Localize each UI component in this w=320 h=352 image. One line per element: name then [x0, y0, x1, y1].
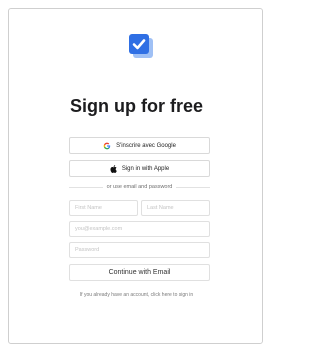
or-divider: or use email and password [69, 181, 211, 193]
divider-text: or use email and password [106, 184, 173, 190]
password-input[interactable] [69, 242, 210, 258]
google-signup-label: S'inscrire avec Google [116, 142, 176, 149]
continue-with-email-button[interactable]: Continue with Email [69, 264, 210, 281]
sign-in-link[interactable]: If you already have an account, click he… [0, 292, 273, 298]
first-name-input[interactable] [69, 200, 138, 216]
divider-line-right [176, 186, 211, 188]
apple-signin-button[interactable]: Sign in with Apple [69, 160, 210, 177]
page-title: Sign up for free [69, 96, 203, 116]
checkbox-check-icon [127, 32, 155, 60]
google-g-icon [103, 142, 111, 150]
google-signup-button[interactable]: S'inscrire avec Google [69, 137, 210, 154]
last-name-input[interactable] [141, 200, 210, 216]
apple-signin-label: Sign in with Apple [121, 165, 170, 172]
email-input[interactable] [69, 221, 210, 237]
divider-line-left [69, 186, 103, 188]
apple-icon [110, 164, 117, 173]
